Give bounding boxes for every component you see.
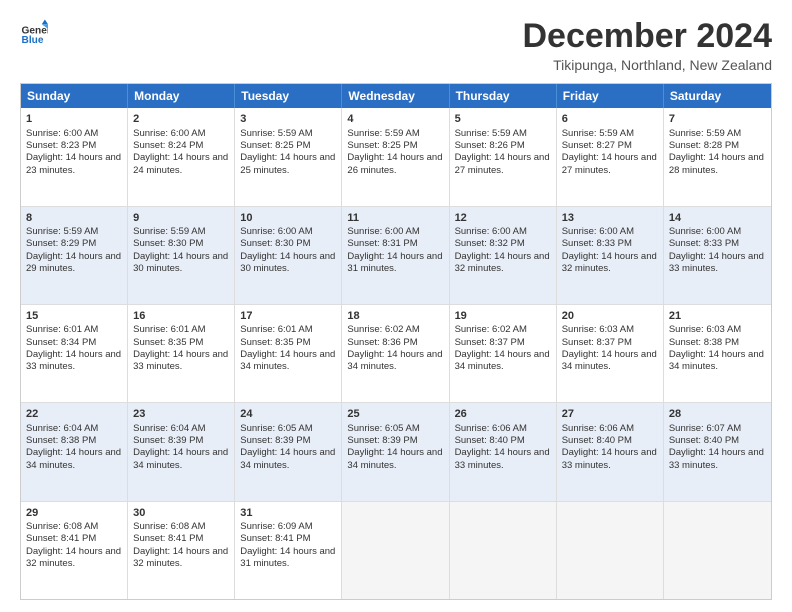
table-row: 17Sunrise: 6:01 AMSunset: 8:35 PMDayligh… (235, 305, 342, 402)
table-row: 7Sunrise: 5:59 AMSunset: 8:28 PMDaylight… (664, 108, 771, 205)
table-row: 11Sunrise: 6:00 AMSunset: 8:31 PMDayligh… (342, 207, 449, 304)
weekday-tuesday: Tuesday (235, 84, 342, 108)
table-row: 27Sunrise: 6:06 AMSunset: 8:40 PMDayligh… (557, 403, 664, 500)
table-row: 5Sunrise: 5:59 AMSunset: 8:26 PMDaylight… (450, 108, 557, 205)
table-row: 13Sunrise: 6:00 AMSunset: 8:33 PMDayligh… (557, 207, 664, 304)
day-number: 6 (562, 112, 658, 126)
table-row: 2Sunrise: 6:00 AMSunset: 8:24 PMDaylight… (128, 108, 235, 205)
weekday-monday: Monday (128, 84, 235, 108)
table-row (342, 502, 449, 599)
table-row: 12Sunrise: 6:00 AMSunset: 8:32 PMDayligh… (450, 207, 557, 304)
page: General Blue December 2024 Tikipunga, No… (0, 0, 792, 612)
day-number: 4 (347, 112, 443, 126)
day-number: 16 (133, 309, 229, 323)
table-row: 26Sunrise: 6:06 AMSunset: 8:40 PMDayligh… (450, 403, 557, 500)
weekday-friday: Friday (557, 84, 664, 108)
day-number: 27 (562, 407, 658, 421)
weekday-sunday: Sunday (21, 84, 128, 108)
table-row: 23Sunrise: 6:04 AMSunset: 8:39 PMDayligh… (128, 403, 235, 500)
day-number: 12 (455, 211, 551, 225)
day-number: 3 (240, 112, 336, 126)
day-number: 18 (347, 309, 443, 323)
day-number: 14 (669, 211, 766, 225)
day-number: 20 (562, 309, 658, 323)
calendar-row: 22Sunrise: 6:04 AMSunset: 8:38 PMDayligh… (21, 402, 771, 500)
day-number: 21 (669, 309, 766, 323)
table-row: 4Sunrise: 5:59 AMSunset: 8:25 PMDaylight… (342, 108, 449, 205)
table-row: 20Sunrise: 6:03 AMSunset: 8:37 PMDayligh… (557, 305, 664, 402)
table-row (450, 502, 557, 599)
weekday-saturday: Saturday (664, 84, 771, 108)
day-number: 13 (562, 211, 658, 225)
day-number: 26 (455, 407, 551, 421)
svg-text:Blue: Blue (22, 35, 44, 46)
table-row: 3Sunrise: 5:59 AMSunset: 8:25 PMDaylight… (235, 108, 342, 205)
table-row: 30Sunrise: 6:08 AMSunset: 8:41 PMDayligh… (128, 502, 235, 599)
day-number: 23 (133, 407, 229, 421)
day-number: 11 (347, 211, 443, 225)
table-row: 9Sunrise: 5:59 AMSunset: 8:30 PMDaylight… (128, 207, 235, 304)
header: General Blue December 2024 Tikipunga, No… (20, 18, 772, 73)
day-number: 25 (347, 407, 443, 421)
calendar-row: 8Sunrise: 5:59 AMSunset: 8:29 PMDaylight… (21, 206, 771, 304)
table-row: 24Sunrise: 6:05 AMSunset: 8:39 PMDayligh… (235, 403, 342, 500)
table-row: 18Sunrise: 6:02 AMSunset: 8:36 PMDayligh… (342, 305, 449, 402)
day-number: 8 (26, 211, 122, 225)
day-number: 28 (669, 407, 766, 421)
day-number: 22 (26, 407, 122, 421)
day-number: 15 (26, 309, 122, 323)
day-number: 10 (240, 211, 336, 225)
calendar-body: 1Sunrise: 6:00 AMSunset: 8:23 PMDaylight… (21, 108, 771, 599)
table-row: 28Sunrise: 6:07 AMSunset: 8:40 PMDayligh… (664, 403, 771, 500)
table-row: 31Sunrise: 6:09 AMSunset: 8:41 PMDayligh… (235, 502, 342, 599)
table-row: 21Sunrise: 6:03 AMSunset: 8:38 PMDayligh… (664, 305, 771, 402)
logo-icon: General Blue (20, 18, 48, 46)
table-row (557, 502, 664, 599)
day-number: 30 (133, 506, 229, 520)
table-row (664, 502, 771, 599)
logo: General Blue (20, 18, 48, 46)
table-row: 19Sunrise: 6:02 AMSunset: 8:37 PMDayligh… (450, 305, 557, 402)
calendar-header: Sunday Monday Tuesday Wednesday Thursday… (21, 84, 771, 108)
calendar-row: 29Sunrise: 6:08 AMSunset: 8:41 PMDayligh… (21, 501, 771, 599)
weekday-wednesday: Wednesday (342, 84, 449, 108)
table-row: 22Sunrise: 6:04 AMSunset: 8:38 PMDayligh… (21, 403, 128, 500)
main-title: December 2024 (522, 18, 772, 55)
table-row: 14Sunrise: 6:00 AMSunset: 8:33 PMDayligh… (664, 207, 771, 304)
day-number: 29 (26, 506, 122, 520)
day-number: 24 (240, 407, 336, 421)
day-number: 7 (669, 112, 766, 126)
day-number: 17 (240, 309, 336, 323)
day-number: 19 (455, 309, 551, 323)
weekday-thursday: Thursday (450, 84, 557, 108)
calendar: Sunday Monday Tuesday Wednesday Thursday… (20, 83, 772, 600)
table-row: 15Sunrise: 6:01 AMSunset: 8:34 PMDayligh… (21, 305, 128, 402)
table-row: 16Sunrise: 6:01 AMSunset: 8:35 PMDayligh… (128, 305, 235, 402)
table-row: 1Sunrise: 6:00 AMSunset: 8:23 PMDaylight… (21, 108, 128, 205)
subtitle: Tikipunga, Northland, New Zealand (522, 57, 772, 73)
table-row: 8Sunrise: 5:59 AMSunset: 8:29 PMDaylight… (21, 207, 128, 304)
title-area: December 2024 Tikipunga, Northland, New … (522, 18, 772, 73)
day-number: 31 (240, 506, 336, 520)
day-number: 5 (455, 112, 551, 126)
table-row: 6Sunrise: 5:59 AMSunset: 8:27 PMDaylight… (557, 108, 664, 205)
table-row: 25Sunrise: 6:05 AMSunset: 8:39 PMDayligh… (342, 403, 449, 500)
calendar-row: 1Sunrise: 6:00 AMSunset: 8:23 PMDaylight… (21, 108, 771, 205)
calendar-row: 15Sunrise: 6:01 AMSunset: 8:34 PMDayligh… (21, 304, 771, 402)
day-number: 2 (133, 112, 229, 126)
day-number: 1 (26, 112, 122, 126)
table-row: 10Sunrise: 6:00 AMSunset: 8:30 PMDayligh… (235, 207, 342, 304)
table-row: 29Sunrise: 6:08 AMSunset: 8:41 PMDayligh… (21, 502, 128, 599)
day-number: 9 (133, 211, 229, 225)
